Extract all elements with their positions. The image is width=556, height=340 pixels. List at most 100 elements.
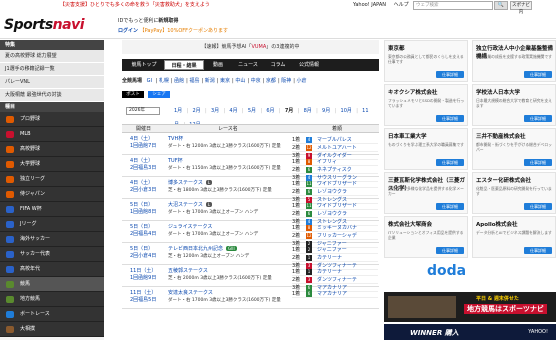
job-ad-card[interactable]: 独立行政法人中小企業基盤整備機構 中小企業の成長を支援する政策実施機関です 仕事詳細	[472, 40, 556, 82]
month-link[interactable]: 5月	[248, 108, 256, 114]
kaisai-link[interactable]: 2回小倉3日	[130, 187, 164, 194]
horse-name-link[interactable]: ネネプティスク	[317, 167, 352, 173]
horse-name-link[interactable]: カテリーナ	[317, 255, 342, 261]
month-link[interactable]: 7月	[285, 108, 293, 114]
sidebar-sport-item[interactable]: 侍ジャパン	[0, 187, 104, 202]
kaisai-link[interactable]: 2回福島3日	[130, 165, 164, 172]
month-link[interactable]: 8月	[304, 108, 312, 114]
new-id-link[interactable]: 新規取得	[158, 18, 178, 24]
sidebar-item-feature[interactable]: 夏の高校野球 総力展望	[0, 50, 104, 63]
coupon-link[interactable]: 【PayPay】10%OFFクーポンあります	[140, 28, 228, 34]
tab-keiba-top[interactable]: 競馬トップ	[126, 59, 162, 71]
job-detail-button[interactable]: 仕事詳細	[436, 115, 464, 122]
race-name-link[interactable]: 五稜郭ステークス	[168, 268, 208, 274]
search-icon[interactable]: 🔍	[494, 1, 508, 10]
sidebar-sport-item[interactable]: 高校年代	[0, 262, 104, 277]
disaster-support-link[interactable]: 【災害支援】ひとりでも多くの命を救う「災害救助犬」を支えよう	[60, 0, 210, 11]
horse-name-link[interactable]: ワイドブリザード	[317, 203, 357, 209]
month-link[interactable]: 2月	[192, 108, 200, 114]
job-detail-button[interactable]: 仕事詳細	[436, 159, 464, 166]
tab-video[interactable]: 動画	[206, 59, 230, 71]
job-detail-button[interactable]: 仕事詳細	[524, 71, 552, 78]
venue-link[interactable]: 新潟	[205, 78, 215, 84]
horse-name-link[interactable]: ジャニファー	[317, 247, 347, 253]
job-ad-card[interactable]: 三菱瓦斯化学株式会社（三菱ガス化学） 独自技術で多様な化学品を提供する化学メーカー…	[384, 172, 468, 214]
sidebar-item-feature[interactable]: 大阪桐蔭 最強世代の対談	[0, 89, 104, 102]
sidebar-sport-item[interactable]: 地方競馬	[0, 292, 104, 307]
kaisai-link[interactable]: 2回福島4日	[130, 231, 164, 238]
doda-logo[interactable]: doda	[427, 263, 511, 279]
job-detail-button[interactable]: 仕事詳細	[524, 159, 552, 166]
venue-link[interactable]: 中山	[235, 78, 245, 84]
race-name-link[interactable]: テレビ西日本北九州記念	[168, 246, 223, 252]
venue-link[interactable]: 阪神	[281, 78, 291, 84]
venue-link[interactable]: 京都	[266, 78, 276, 84]
kaisai-link[interactable]: 1回函館9日	[130, 275, 164, 282]
month-link[interactable]: 6月	[266, 108, 274, 114]
login-link[interactable]: ログイン	[118, 28, 138, 34]
sidebar-sport-item[interactable]: 独立リーグ	[0, 172, 104, 187]
venue-link[interactable]: 東京	[220, 78, 230, 84]
horse-name-link[interactable]: カテリーナ	[317, 269, 342, 275]
sidebar-sport-item[interactable]: 大学野球	[0, 157, 104, 172]
sidebar-sport-item[interactable]: 海外サッカー	[0, 232, 104, 247]
horse-name-link[interactable]: メルトユアハート	[317, 145, 357, 151]
sidebar-sport-item[interactable]: プロ野球	[0, 112, 104, 127]
sidebar-item-feature[interactable]: パレーVNL	[0, 76, 104, 89]
help-link[interactable]: ヘルプ	[394, 2, 409, 8]
sidebar-sport-item[interactable]: 競馬	[0, 277, 104, 292]
sidebar-sport-item[interactable]: サッカー代表	[0, 247, 104, 262]
month-link[interactable]: 1月	[174, 108, 182, 114]
race-name-link[interactable]: TUF杯	[168, 158, 183, 164]
web-search-input[interactable]: ウェブ検索	[413, 1, 493, 10]
race-name-link[interactable]: TVH杯	[168, 136, 183, 142]
job-ad-card[interactable]: キオクシア株式会社 フラッシュメモリとSSDの開発・製造を行っています 仕事詳細	[384, 84, 468, 126]
race-name-link[interactable]: ジュライステークス	[168, 224, 212, 230]
job-ad-card[interactable]: 東京都 東京都の公務員として都民のくらしを支える仕事です 仕事詳細	[384, 40, 468, 82]
job-detail-button[interactable]: 仕事詳細	[524, 247, 552, 254]
race-name-link[interactable]: 安達太良ステークス	[168, 290, 213, 296]
job-ad-card[interactable]: 三井不動産株式会社 都市開発・街づくりを手がける総合デベロッパー 仕事詳細	[472, 128, 556, 170]
horse-name-link[interactable]: マアカナリア	[317, 291, 347, 297]
job-ad-card[interactable]: 株式会社大塚商会 ITソリューションとオフィス用品を提供する企業 仕事詳細	[384, 216, 468, 258]
venue-link[interactable]: 函館	[174, 78, 184, 84]
job-ad-card[interactable]: Apollo株式会社 データ分析とAIでビジネス課題を解決します 仕事詳細	[472, 216, 556, 258]
sidebar-sport-item[interactable]: 大相撲	[0, 322, 104, 337]
kaisai-link[interactable]: 2回福島5日	[130, 297, 164, 304]
venue-link[interactable]: 小倉	[297, 78, 307, 84]
sidebar-sport-item[interactable]: ボートレース	[0, 307, 104, 322]
kaisai-link[interactable]: 1回函館7日	[130, 143, 164, 150]
venue-gi[interactable]: GI	[147, 78, 152, 84]
year-select[interactable]: 2026年	[126, 107, 160, 115]
job-ad-card[interactable]: 日本車工業大学 ものづくりを学ぶ理工系大学の職員募集です 仕事詳細	[384, 128, 468, 170]
breaking-news-banner[interactable]: 【速報】競馬予想AI「VUMA」の3連複的中	[122, 40, 379, 54]
share-facebook-button[interactable]: シェア	[148, 91, 170, 98]
month-link[interactable]: 10月	[341, 108, 352, 114]
sidebar-sport-item[interactable]: MLB	[0, 127, 104, 142]
job-detail-button[interactable]: 仕事詳細	[436, 71, 464, 78]
venue-link[interactable]: 福島	[189, 78, 199, 84]
winner-ad[interactable]: WINNER 購入 YAHOO!	[384, 324, 556, 340]
month-link[interactable]: 9月	[322, 108, 330, 114]
kaisai-link[interactable]: 2回小倉4日	[130, 253, 164, 260]
job-ad-card[interactable]: エスター化研株式会社 化粧品・医薬品原料の研究開発を行っています 仕事詳細	[472, 172, 556, 214]
horse-name-link[interactable]: ワイドブリザード	[317, 181, 357, 187]
yahoo-japan-link[interactable]: Yahoo! JAPAN	[353, 2, 386, 8]
horse-name-link[interactable]: フリッカーシャデ	[317, 233, 357, 239]
sidebar-sport-item[interactable]: 高校野球	[0, 142, 104, 157]
venue-link[interactable]: 中京	[251, 78, 261, 84]
sidebar-sport-item[interactable]: FIFA W杯	[0, 202, 104, 217]
race-name-link[interactable]: 大沼ステークス	[168, 202, 203, 208]
kaisai-link[interactable]: 1回函館8日	[130, 209, 164, 216]
horse-name-link[interactable]: イフリィ	[317, 159, 337, 165]
horse-name-link[interactable]: ミッキーヌカバナ	[317, 225, 357, 231]
month-link[interactable]: 4月	[229, 108, 237, 114]
share-x-button[interactable]: ポスト	[122, 91, 144, 98]
chihou-keiba-ad[interactable]: 平日 & 週末併せた 地方競馬はスポーツナビ	[384, 292, 556, 322]
month-link[interactable]: 3月	[211, 108, 219, 114]
venue-link[interactable]: 札幌	[159, 78, 169, 84]
sidebar-sport-item[interactable]: Jリーグ	[0, 217, 104, 232]
sportsnavi-logo[interactable]: Sportsnavi	[4, 17, 85, 33]
job-ad-card[interactable]: 学校法人日本大学 日本最大規模の総合大学で教育と研究を支えます 仕事詳細	[472, 84, 556, 126]
job-detail-button[interactable]: 仕事詳細	[436, 203, 464, 210]
